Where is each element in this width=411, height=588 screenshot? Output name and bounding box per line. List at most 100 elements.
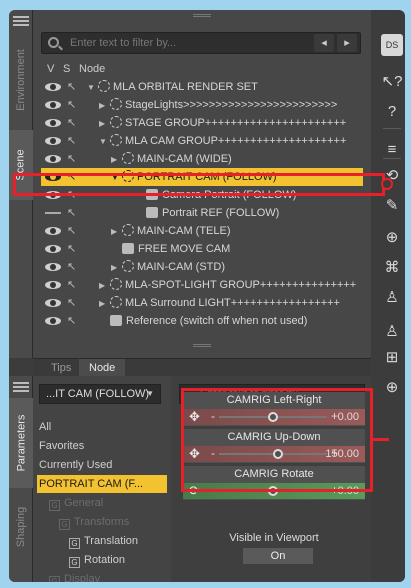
decrement-button[interactable]: - xyxy=(211,409,215,423)
property-group-item[interactable]: G Rotation xyxy=(69,551,125,569)
select-arrow-icon[interactable]: ↖ xyxy=(67,99,79,111)
property-group-item[interactable]: Favorites xyxy=(39,437,84,455)
select-arrow-icon[interactable]: ↖ xyxy=(67,135,79,147)
whats-this-icon[interactable]: ↖? xyxy=(381,70,403,92)
slider-knob[interactable] xyxy=(268,486,278,496)
scene-row[interactable]: ↖ ▼ MLA CAM GROUP++++++++++++++++++++ xyxy=(41,132,363,150)
eye-icon[interactable] xyxy=(45,263,61,271)
select-arrow-icon[interactable]: ↖ xyxy=(67,207,79,219)
slider-bar[interactable]: ✥ - +150.00 xyxy=(183,446,365,462)
collapse-arrow-icon[interactable]: ▼ xyxy=(99,133,109,151)
eye-icon[interactable] xyxy=(45,83,61,91)
parameter-value[interactable]: 0.00 xyxy=(338,485,359,497)
eye-icon[interactable] xyxy=(45,281,61,289)
eye-icon[interactable] xyxy=(45,212,61,216)
slider-bar[interactable]: ⟳ - +0.00 xyxy=(183,483,365,499)
eye-icon[interactable] xyxy=(45,173,61,181)
expand-arrow-icon[interactable]: ▶ xyxy=(111,259,121,277)
eye-icon[interactable] xyxy=(45,119,61,127)
eye-icon[interactable] xyxy=(45,101,61,109)
tab-shaping[interactable]: Shaping xyxy=(9,492,33,562)
scene-row[interactable]: ↖ Camera Portrait (FOLLOW) xyxy=(41,186,363,204)
rotate-handle-icon[interactable]: ⟳ xyxy=(189,483,200,499)
decrement-button[interactable]: - xyxy=(211,446,215,460)
property-group-item[interactable]: G Transforms xyxy=(59,513,129,531)
select-arrow-icon[interactable]: ↖ xyxy=(67,279,79,291)
select-arrow-icon[interactable]: ↖ xyxy=(67,315,79,327)
expand-arrow-icon[interactable]: ▶ xyxy=(111,151,121,169)
panel-grip[interactable] xyxy=(193,14,211,17)
scene-row[interactable]: ↖ FREE MOVE CAM xyxy=(41,240,363,258)
select-arrow-icon[interactable]: ↖ xyxy=(67,297,79,309)
eye-icon[interactable] xyxy=(45,227,61,235)
tab-scene[interactable]: Scene xyxy=(9,130,33,200)
scene-row[interactable]: ↖ ▼ MLA ORBITAL RENDER SET xyxy=(41,78,363,96)
visible-in-viewport-toggle[interactable]: On xyxy=(243,548,313,564)
globe-icon[interactable]: ⊕ xyxy=(381,376,403,398)
select-arrow-icon[interactable]: ↖ xyxy=(67,243,79,255)
scene-row[interactable]: ↖ ▶ MLA Surround LIGHT+++++++++++++++++ xyxy=(41,294,363,312)
scene-row[interactable]: ↖ ▶ MAIN-CAM (STD) xyxy=(41,258,363,276)
slider-bar[interactable]: ✥ - +0.00 xyxy=(183,409,365,425)
select-arrow-icon[interactable]: ↖ xyxy=(67,225,79,237)
next-match-button[interactable]: ▸ xyxy=(337,34,357,52)
scene-row[interactable]: ↖ ▶ StageLights>>>>>>>>>>>>>>>>>>>>>>>> xyxy=(41,96,363,114)
column-node[interactable]: Node xyxy=(79,63,105,75)
scene-row[interactable]: ↖ Reference (switch off when not used) xyxy=(41,312,363,330)
slider-knob[interactable] xyxy=(273,449,284,459)
figure-icon[interactable]: ♙ xyxy=(381,286,403,308)
select-arrow-icon[interactable]: ↖ xyxy=(67,117,79,129)
tab-tips[interactable]: Tips xyxy=(41,359,81,377)
help-icon[interactable]: ? xyxy=(381,100,403,122)
select-arrow-icon[interactable]: ↖ xyxy=(67,153,79,165)
select-arrow-icon[interactable]: ↖ xyxy=(67,171,79,183)
scene-search-input[interactable] xyxy=(70,35,290,51)
eye-icon[interactable] xyxy=(45,299,61,307)
parameter-value[interactable]: 150.00 xyxy=(325,448,359,460)
move-handle-icon[interactable]: ✥ xyxy=(189,409,200,425)
property-group-item[interactable]: G Translation xyxy=(69,532,138,550)
tab-parameters[interactable]: Parameters xyxy=(9,398,33,488)
node-selection-icon[interactable]: ⊕ xyxy=(381,226,403,248)
node-selector-dropdown[interactable]: ...IT CAM (FOLLOW) xyxy=(39,384,161,404)
panel-splitter[interactable] xyxy=(193,344,211,347)
slider-knob[interactable] xyxy=(268,412,278,422)
expand-arrow-icon[interactable]: ▶ xyxy=(99,97,109,115)
expand-arrow-icon[interactable]: ▶ xyxy=(99,295,109,313)
pose-tool-icon[interactable]: ✎ xyxy=(381,194,403,216)
region-icon[interactable]: ⊞ xyxy=(381,346,403,368)
align-icon[interactable]: ≡ xyxy=(381,138,403,160)
eye-icon[interactable] xyxy=(45,245,61,253)
tab-node[interactable]: Node xyxy=(79,359,126,377)
panel-menu-icon[interactable] xyxy=(13,382,29,392)
panel-menu-icon[interactable] xyxy=(13,16,29,26)
daz-studio-icon[interactable]: DS xyxy=(381,34,403,56)
property-group-item[interactable]: G General xyxy=(49,494,103,512)
select-arrow-icon[interactable]: ↖ xyxy=(67,189,79,201)
scene-row-selected[interactable]: ↖ ▼ PORTRAIT CAM (FOLLOW) xyxy=(41,168,363,186)
scene-row[interactable]: ↖ ▶ MLA-SPOT-LIGHT GROUP+++++++++++++++ xyxy=(41,276,363,294)
eye-icon[interactable] xyxy=(45,155,61,163)
parameter-value[interactable]: 0.00 xyxy=(338,411,359,423)
tab-environment[interactable]: Environment xyxy=(9,34,33,126)
decrement-button[interactable]: - xyxy=(211,483,215,497)
move-handle-icon[interactable]: ✥ xyxy=(189,446,200,462)
column-selectable[interactable]: S xyxy=(63,63,70,75)
column-visible[interactable]: V xyxy=(47,63,54,75)
property-group-item[interactable]: PORTRAIT CAM (F... xyxy=(37,475,167,493)
select-arrow-icon[interactable]: ↖ xyxy=(67,261,79,273)
figure-alt-icon[interactable]: ♙ xyxy=(381,320,403,342)
scene-row[interactable]: ↖ ▶ STAGE GROUP++++++++++++++++++++++ xyxy=(41,114,363,132)
property-group-item[interactable]: G Display xyxy=(49,570,100,582)
scene-row[interactable]: ↖ ▶ MAIN-CAM (TELE) xyxy=(41,222,363,240)
eye-icon[interactable] xyxy=(45,317,61,325)
scene-row[interactable]: ↖ Portrait REF (FOLLOW) xyxy=(41,204,363,222)
collapse-arrow-icon[interactable]: ▼ xyxy=(111,169,121,187)
joint-editor-icon[interactable]: ⌘ xyxy=(381,256,403,278)
eye-icon[interactable] xyxy=(45,137,61,145)
expand-arrow-icon[interactable]: ▶ xyxy=(99,115,109,133)
select-arrow-icon[interactable]: ↖ xyxy=(67,81,79,93)
collapse-arrow-icon[interactable]: ▼ xyxy=(87,79,97,97)
property-group-item[interactable]: All xyxy=(39,418,51,436)
scene-row[interactable]: ↖ ▶ MAIN-CAM (WIDE) xyxy=(41,150,363,168)
